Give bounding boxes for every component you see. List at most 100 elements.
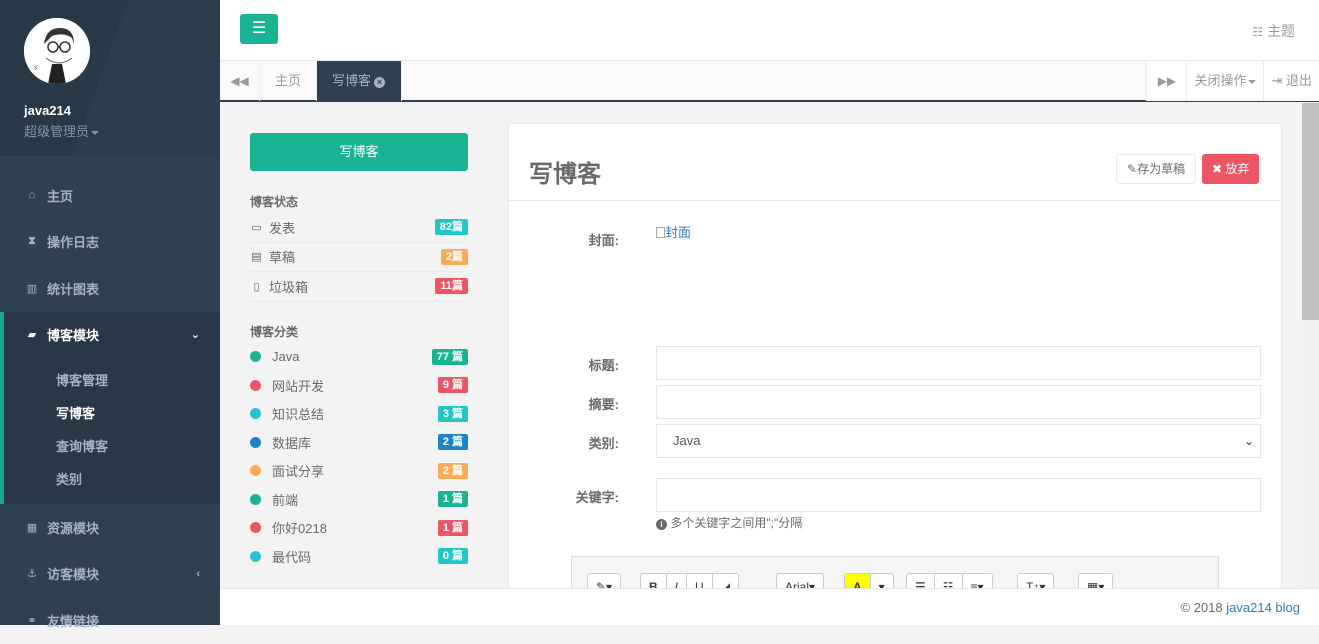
status-item[interactable]: ▯ 垃圾箱 11篇: [250, 272, 468, 302]
user-name: java214: [24, 103, 71, 118]
close-icon: ✖: [1212, 162, 1223, 176]
category-label: 你好0218: [272, 521, 327, 537]
nav-visitor-module[interactable]: ⚓ 访客模块 ‹: [0, 551, 220, 598]
circle-icon: [250, 436, 261, 448]
status-item[interactable]: ▭ 发表 82篇: [250, 213, 468, 243]
discard-label: 放弃: [1225, 162, 1250, 176]
chevron-left-icon: ‹: [196, 567, 200, 580]
keywords-input[interactable]: [656, 478, 1261, 512]
user-role-dropdown[interactable]: 超级管理员: [24, 121, 220, 140]
magic-icon[interactable]: ✎▾: [588, 574, 620, 588]
submenu-category[interactable]: 类别: [4, 463, 220, 496]
submenu-query-blog[interactable]: 查询博客: [4, 430, 220, 463]
ordered-list-icon[interactable]: ☷: [935, 574, 963, 588]
category-item[interactable]: 数据库 2 篇: [250, 428, 468, 457]
category-item[interactable]: 知识总结 3 篇: [250, 400, 468, 429]
bold-icon[interactable]: B: [641, 574, 667, 588]
align-icon[interactable]: ≡▾: [963, 574, 992, 588]
save-draft-button[interactable]: ✎存为草稿: [1116, 154, 1197, 184]
close-icon[interactable]: ×: [374, 77, 386, 88]
footer-link[interactable]: java214 blog: [1226, 600, 1300, 615]
forward-icon: ▶▶: [1157, 74, 1177, 88]
keywords-hint-text: 多个关键字之间用";"分隔: [670, 516, 803, 530]
count-badge: 2篇: [440, 248, 468, 265]
eraser-icon[interactable]: ◢: [713, 574, 738, 588]
category-item[interactable]: 前端 1 篇: [250, 485, 468, 514]
category-item[interactable]: 面试分享 2 篇: [250, 457, 468, 486]
editor-table-group: ▦▾: [1078, 573, 1114, 588]
count-badge: 1 篇: [437, 491, 468, 508]
italic-icon[interactable]: I: [667, 574, 688, 588]
circle-icon: [250, 408, 261, 420]
keywords-hint: i 多个关键字之间用";"分隔: [656, 514, 802, 531]
bar-chart-icon: ▥: [26, 282, 38, 295]
title-label: 标题:: [588, 358, 619, 373]
nav-blog-module[interactable]: ▰ 博客模块 ⌄: [0, 311, 220, 358]
main-content: 写博客 博客状态 ▭ 发表 82篇 ▤ 草稿 2篇 ▯ 垃圾箱 11篇 博客分类 Java 77 …: [220, 103, 1302, 588]
nav-operation-log[interactable]: ⧗ 操作日志: [0, 219, 220, 266]
close-operations-dropdown[interactable]: 关闭操作: [1186, 61, 1264, 101]
nav-resource-module[interactable]: ▦ 资源模块: [0, 504, 220, 551]
category-item[interactable]: 网站开发 9 篇: [250, 371, 468, 400]
count-badge: 3 篇: [437, 405, 468, 422]
bullet-list-icon[interactable]: ☰: [907, 574, 935, 588]
tab-scroll-right-button[interactable]: ▶▶: [1146, 61, 1187, 101]
nav-home[interactable]: ⌂ 主页: [0, 172, 220, 219]
logout-button[interactable]: ⇥ 退出: [1263, 61, 1319, 101]
profile-header: ゞ java214 超级管理员: [0, 0, 220, 156]
tab-home[interactable]: 主页: [260, 61, 318, 101]
discard-button[interactable]: ✖ 放弃: [1202, 154, 1260, 184]
cover-image[interactable]: 封面: [656, 222, 691, 241]
category-list: Java 77 篇网站开发 9 篇知识总结 3 篇数据库 2 篇面试分享 2 篇前端 1 篇…: [250, 343, 468, 571]
menu-toggle-button[interactable]: ☰: [240, 14, 278, 44]
avatar[interactable]: ゞ: [24, 18, 90, 84]
font-family-label: Arial: [785, 580, 810, 588]
count-badge: 82篇: [434, 219, 468, 236]
title-input[interactable]: [656, 346, 1261, 380]
backward-icon: ◀◀: [230, 74, 249, 88]
nav-friend-links[interactable]: ⚭ 友情链接: [0, 597, 220, 644]
count-badge: 77 篇: [431, 348, 468, 365]
panel-header: 写博客 ✎存为草稿 ✖ 放弃: [509, 124, 1281, 201]
book-icon: ▰: [27, 329, 37, 342]
status-item[interactable]: ▤ 草稿 2篇: [250, 243, 468, 272]
category-select[interactable]: Java ⌄: [656, 424, 1261, 458]
editor-list-group: ☰ ☷ ≡▾: [906, 573, 993, 588]
highlight-icon[interactable]: A: [845, 574, 871, 588]
font-family-dropdown[interactable]: Arial▾: [777, 574, 823, 588]
table-icon[interactable]: ▦▾: [1079, 574, 1112, 588]
copyright: © 2018: [1180, 600, 1223, 615]
submenu-blog-manage[interactable]: 博客管理: [4, 364, 220, 397]
underline-icon[interactable]: U: [687, 574, 713, 588]
category-item[interactable]: Java 77 篇: [250, 343, 468, 372]
count-badge: 11篇: [435, 278, 468, 295]
tab-label: 主页: [275, 73, 302, 88]
count-badge: 2 篇: [437, 462, 468, 479]
summary-label: 摘要:: [588, 397, 619, 412]
submenu-write-blog[interactable]: 写博客: [4, 397, 220, 430]
blog-side-panel: 写博客 博客状态 ▭ 发表 82篇 ▤ 草稿 2篇 ▯ 垃圾箱 11篇 博客分类 Java 77 …: [250, 133, 468, 571]
save-draft-label: 存为草稿: [1137, 162, 1186, 176]
write-blog-button[interactable]: 写博客: [250, 133, 468, 171]
tab-write-blog[interactable]: 写博客 ×: [317, 61, 403, 101]
line-height-icon[interactable]: T↕▾: [1018, 574, 1053, 588]
page-scrollbar[interactable]: [1302, 103, 1319, 588]
category-item[interactable]: 最代码 0 篇: [250, 542, 468, 571]
tab-scroll-left-button[interactable]: ◀◀: [220, 61, 260, 101]
cover-label: 封面:: [588, 233, 619, 248]
theme-button[interactable]: ☷ 主题: [1252, 21, 1295, 41]
nav-statistics[interactable]: ▥ 统计图表: [0, 265, 220, 312]
file-icon: ▤: [251, 251, 262, 264]
nav-label: 统计图表: [47, 281, 100, 297]
color-dropdown-icon[interactable]: ▾: [871, 574, 893, 588]
category-item[interactable]: 你好0218 1 篇: [250, 514, 468, 543]
sidebar: ゞ java214 超级管理员 ⌂ 主页 ⧗ 操作日志 ▥ 统计图表 ▰ 博客模块 ⌄ 博…: [0, 0, 220, 629]
summary-input[interactable]: [656, 385, 1261, 419]
blog-submenu: 博客管理 写博客 查询博客 类别: [0, 358, 220, 504]
count-badge: 2 篇: [437, 434, 468, 451]
circle-icon: [250, 522, 261, 534]
scrollbar-thumb[interactable]: [1302, 103, 1319, 320]
count-badge: 9 篇: [437, 377, 468, 394]
nav-label: 友情链接: [47, 613, 100, 629]
tab-bar: ◀◀ 主页 写博客 × ▶▶ 关闭操作 ⇥ 退出: [220, 61, 1319, 102]
